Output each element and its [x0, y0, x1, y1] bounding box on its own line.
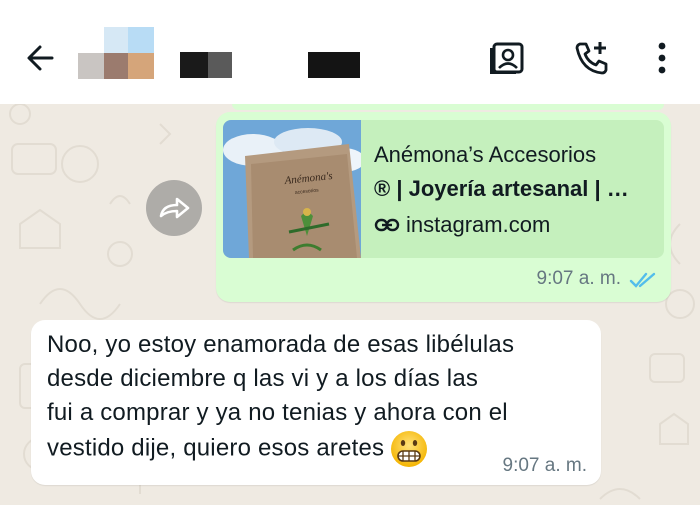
message-timestamp: 9:07 a. m. — [502, 455, 588, 476]
add-call-button[interactable] — [572, 38, 612, 78]
message-text: Noo, yo estoy enamorada de esas libélula… — [47, 328, 587, 468]
contact-name-redacted[interactable] — [180, 52, 232, 78]
chat-area[interactable]: Anémona's accesorios Anémona’s Accesorio… — [0, 104, 700, 505]
outgoing-message-bubble[interactable]: Anémona's accesorios Anémona’s Accesorio… — [216, 112, 671, 302]
chat-header — [0, 0, 700, 104]
link-preview-domain: instagram.com — [374, 212, 550, 238]
grimacing-face-emoji-icon — [391, 431, 428, 467]
forward-button[interactable] — [146, 180, 202, 236]
add-call-icon — [575, 42, 608, 75]
forward-icon — [159, 197, 190, 219]
contact-card-icon — [490, 42, 524, 74]
avatar[interactable] — [78, 27, 154, 79]
link-title-line-2: ® | Joyería artesanal | … — [374, 176, 629, 201]
message-timestamp: 9:07 a. m. — [536, 268, 622, 289]
previous-message-bubble — [232, 104, 664, 110]
more-options-button[interactable] — [642, 38, 682, 78]
incoming-message-bubble[interactable]: Noo, yo estoy enamorada de esas libélula… — [31, 320, 601, 485]
read-double-check-icon — [629, 272, 656, 288]
message-line: fui a comprar y ya no tenias y ahora con… — [47, 399, 508, 426]
more-vertical-icon — [658, 42, 666, 74]
link-domain-text: instagram.com — [406, 212, 551, 237]
link-preview-thumbnail: Anémona's accesorios — [223, 120, 361, 258]
contact-status-redacted — [308, 52, 360, 78]
message-line-text: vestido dije, quiero esos aretes — [47, 434, 385, 462]
back-button[interactable] — [22, 40, 62, 76]
link-title-line-1: Anémona’s Accesorios — [374, 142, 597, 167]
message-line: Noo, yo estoy enamorada de esas libélula… — [47, 331, 515, 358]
link-preview-card[interactable]: Anémona's accesorios Anémona’s Accesorio… — [223, 120, 664, 258]
link-icon — [374, 218, 400, 232]
contact-card-button[interactable] — [488, 38, 528, 78]
link-preview-title: Anémona’s Accesorios ® | Joyería artesan… — [374, 138, 656, 206]
arrow-left-icon — [27, 45, 54, 71]
message-line: desde diciembre q las vi y a los días la… — [47, 365, 479, 392]
